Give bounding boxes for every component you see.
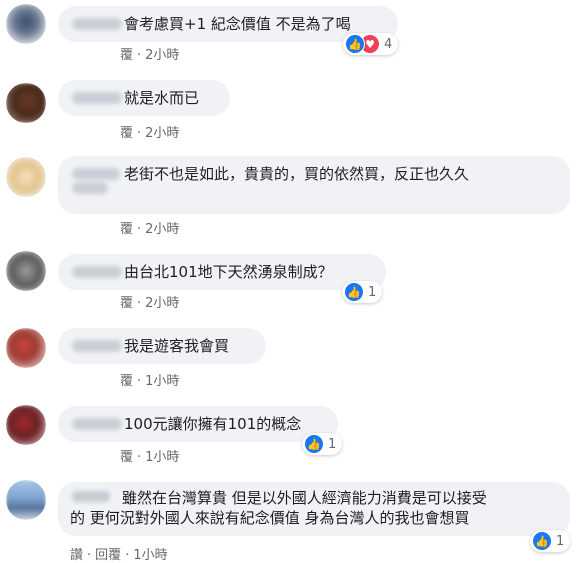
reply-button[interactable]: 覆 xyxy=(120,126,133,141)
author-name-redacted[interactable] xyxy=(72,168,120,180)
comment-text: 由台北101地下天然湧泉制成？ xyxy=(124,263,333,281)
avatar[interactable] xyxy=(6,4,46,44)
reaction-summary[interactable]: 👍 1 xyxy=(530,530,571,552)
separator: · xyxy=(137,126,142,141)
reply-button[interactable]: 覆 xyxy=(120,450,133,465)
avatar[interactable] xyxy=(6,251,46,291)
comment-bubble: 雖然在台灣算貴 但是以外國人經濟能力消費是可以接受 的 更何況對外國人來說有紀念… xyxy=(58,482,570,536)
timestamp[interactable]: 2小時 xyxy=(145,48,179,63)
separator: · xyxy=(137,48,142,63)
comment-actions: 覆 · 2小時 xyxy=(120,218,179,237)
timestamp[interactable]: 2小時 xyxy=(145,126,179,141)
timestamp[interactable]: 2小時 xyxy=(145,222,179,237)
timestamp[interactable]: 2小時 xyxy=(145,296,179,311)
separator: · xyxy=(137,450,142,465)
author-name-redacted[interactable] xyxy=(72,491,110,502)
comment-text-line-2: 的 更何況對外國人來說有紀念價值 身為台灣人的我也會想買 xyxy=(70,509,470,527)
separator: · xyxy=(87,548,92,563)
comment-text: 老街不也是如此，貴貴的，買的依然買，反正也久久 xyxy=(124,165,470,183)
reply-button[interactable]: 覆 xyxy=(120,374,133,389)
comment-text: 我是遊客我會買 xyxy=(124,337,230,355)
reaction-summary[interactable]: 👍 1 xyxy=(342,281,383,303)
reaction-summary[interactable]: 👍 1 xyxy=(302,433,343,455)
reaction-count: 1 xyxy=(328,436,337,452)
avatar[interactable] xyxy=(6,157,46,197)
thumbs-up-icon: 👍 xyxy=(532,531,552,551)
thumbs-up-icon: 👍 xyxy=(345,34,365,54)
comment-text: 就是水而已 xyxy=(124,89,200,107)
reaction-count: 1 xyxy=(368,284,377,300)
comment-actions: 覆 · 1小時 xyxy=(120,446,179,465)
comment-actions: 覆 · 2小時 xyxy=(120,122,179,141)
timestamp[interactable]: 1小時 xyxy=(133,548,167,563)
reaction-summary[interactable]: 👍 ♥ 4 xyxy=(343,33,399,55)
author-name-redacted[interactable] xyxy=(72,18,122,30)
author-name-redacted[interactable] xyxy=(72,418,122,430)
comment-text-line-1: 雖然在台灣算貴 但是以外國人經濟能力消費是可以接受 xyxy=(122,489,487,507)
reply-button[interactable]: 回覆 xyxy=(95,548,121,563)
author-name-redacted[interactable] xyxy=(72,266,122,278)
avatar[interactable] xyxy=(6,480,46,520)
reply-button[interactable]: 覆 xyxy=(120,296,133,311)
comment-actions: 覆 · 1小時 xyxy=(120,370,179,389)
comment-text: 100元讓你擁有101的概念 xyxy=(124,415,302,433)
author-name-redacted[interactable] xyxy=(72,340,122,352)
comment-bubble: 我是遊客我會買 xyxy=(58,328,266,364)
avatar[interactable] xyxy=(6,328,46,368)
comment-text: 會考慮買+1 紀念價值 不是為了喝 xyxy=(124,15,351,33)
reaction-count: 4 xyxy=(384,36,393,52)
reply-button[interactable]: 覆 xyxy=(120,222,133,237)
separator: · xyxy=(125,548,130,563)
avatar[interactable] xyxy=(6,405,46,445)
comment-actions: 覆 · 2小時 xyxy=(120,292,179,311)
comment-bubble: 由台北101地下天然湧泉制成？ xyxy=(58,254,386,290)
thumbs-up-icon: 👍 xyxy=(344,282,364,302)
comment-actions: 讚 · 回覆 · 1小時 xyxy=(70,544,168,563)
comment-bubble: 100元讓你擁有101的概念 xyxy=(58,406,338,442)
comment-actions: 覆 · 2小時 xyxy=(120,44,179,63)
author-name-redacted[interactable] xyxy=(72,92,122,104)
timestamp[interactable]: 1小時 xyxy=(145,374,179,389)
comment-bubble: 就是水而已 xyxy=(58,80,230,116)
author-name-redacted-2 xyxy=(72,182,108,194)
avatar[interactable] xyxy=(6,83,46,123)
like-button[interactable]: 讚 xyxy=(70,548,83,563)
thumbs-up-icon: 👍 xyxy=(304,434,324,454)
separator: · xyxy=(137,222,142,237)
reply-button[interactable]: 覆 xyxy=(120,48,133,63)
separator: · xyxy=(137,374,142,389)
separator: · xyxy=(137,296,142,311)
comment-bubble: 老街不也是如此，貴貴的，買的依然買，反正也久久 xyxy=(58,156,570,214)
timestamp[interactable]: 1小時 xyxy=(145,450,179,465)
reaction-count: 1 xyxy=(556,533,565,549)
